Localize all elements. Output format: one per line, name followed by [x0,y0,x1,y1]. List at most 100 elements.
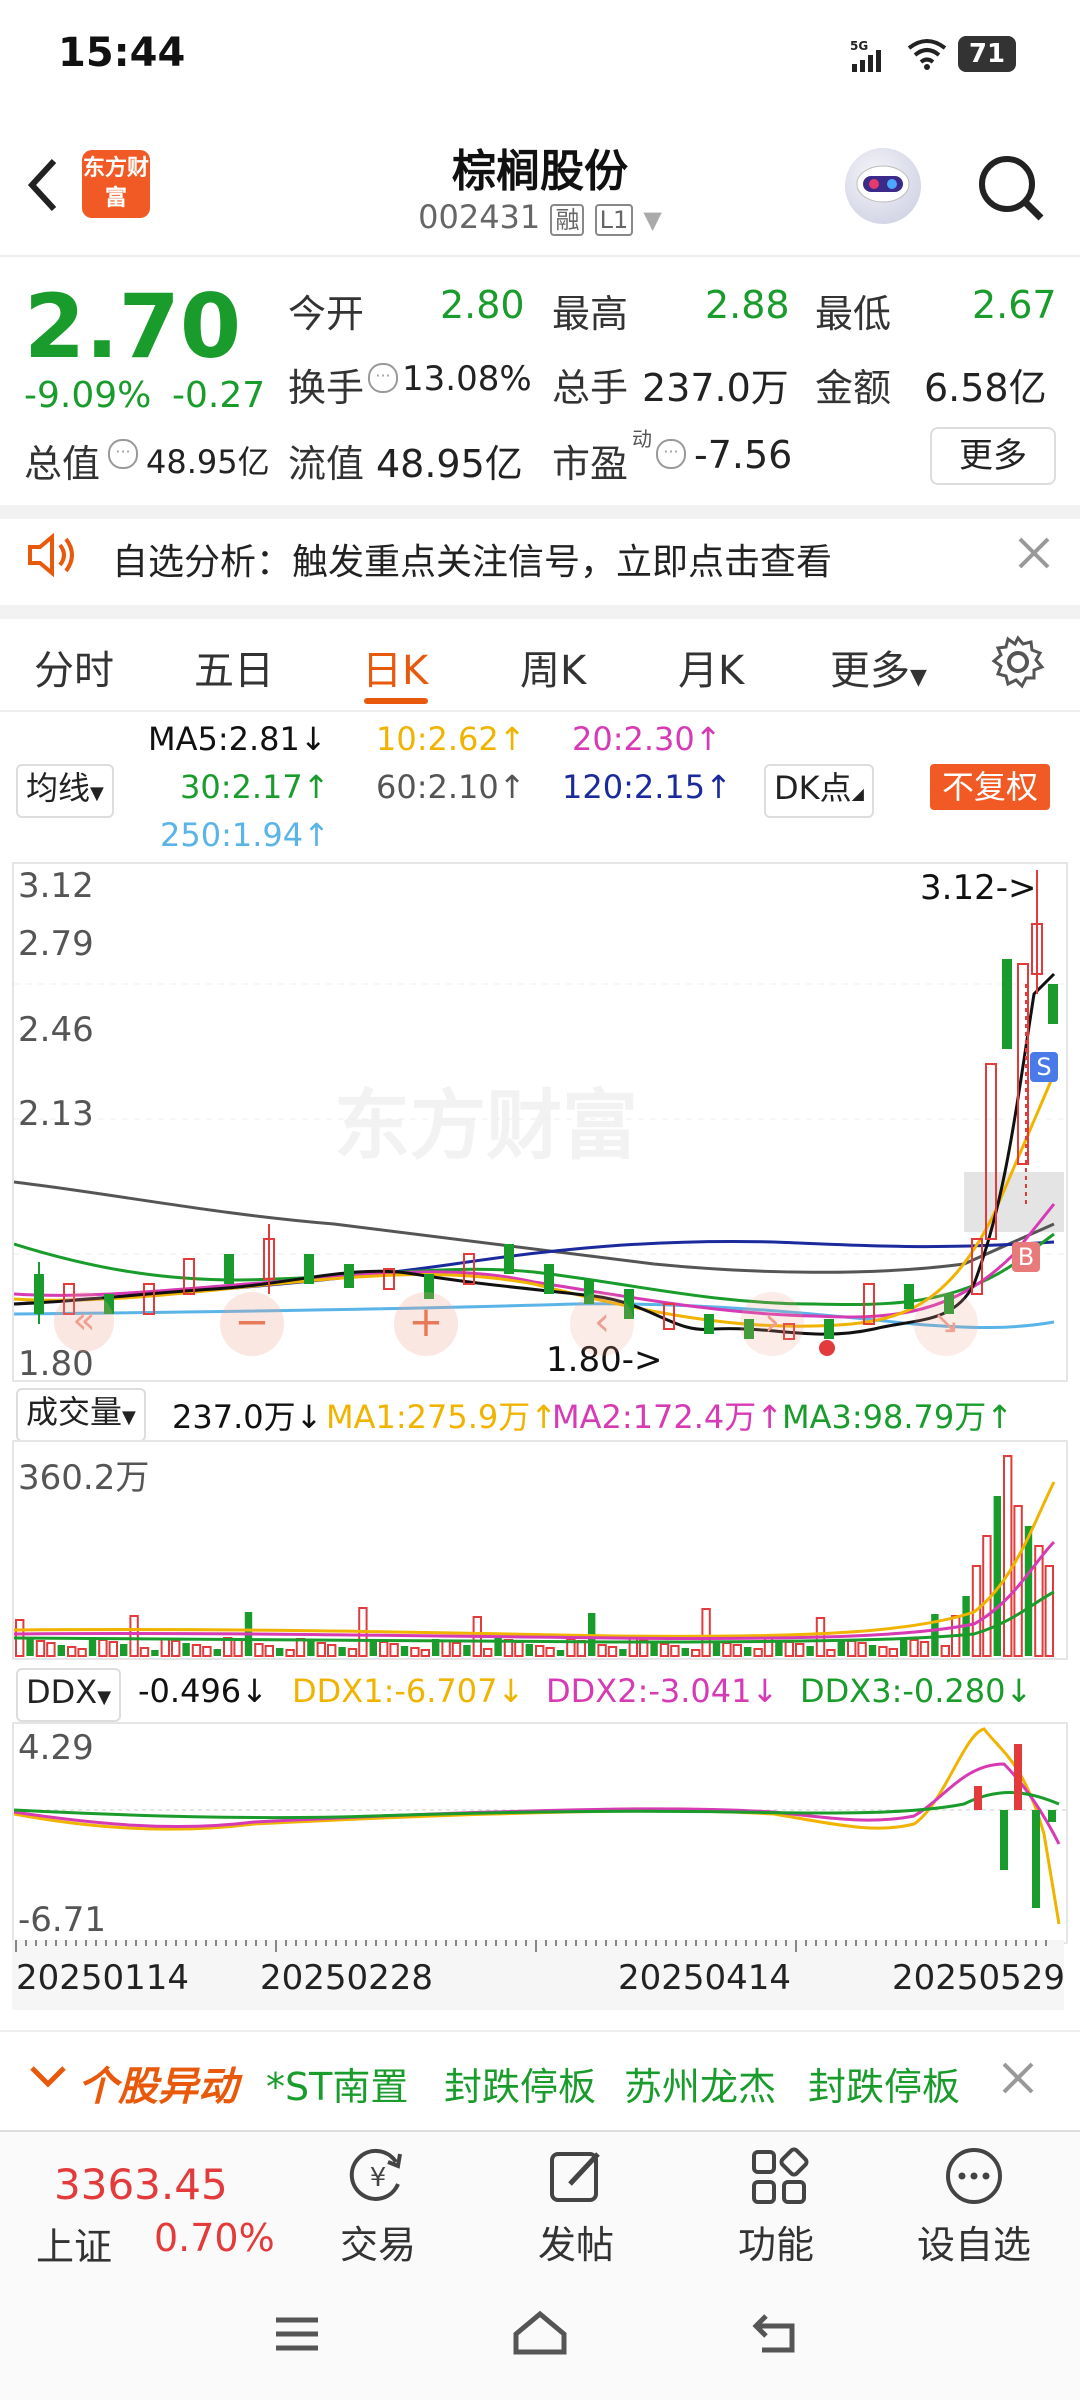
volume-bar [784,1641,794,1657]
trade-button[interactable]: ¥ 交易 [318,2132,438,2272]
ma10-legend: 10:2.62↑ [376,720,526,758]
close-icon[interactable] [1016,535,1052,575]
active-tab-indicator [364,698,428,704]
info-icon[interactable]: ··· [368,363,398,393]
volume-bar [108,1641,118,1657]
ddx-selector[interactable]: DDX▼ [16,1668,122,1722]
trade-label: 交易 [339,2223,416,2267]
settings-gear-icon[interactable] [990,634,1046,694]
zoom-in-icon[interactable]: + [394,1292,458,1356]
volume-bar [338,1647,346,1656]
volume-top-label: 360.2万 [18,1458,150,1498]
volume-bar [120,1644,128,1656]
dk-point-button[interactable]: DK点◢ [764,764,874,818]
volume-bar [670,1645,680,1657]
ddx-value: -0.496↓ [138,1672,268,1710]
volume-bar [98,1639,108,1657]
reset-icon[interactable]: ↘ [914,1292,978,1356]
volume-bar [795,1643,805,1657]
volume-bar [909,1639,919,1657]
index-widget[interactable]: 3363.45 上证 0.70% [0,2132,300,2272]
volume-bar [264,1645,275,1657]
volume-selector[interactable]: 成交量▼ [16,1388,146,1442]
max-marker: 3.12-> [920,868,1037,908]
high-label: 最高 [552,292,629,336]
turnover-label: 换手 [288,366,365,410]
scroll-left-icon[interactable]: « [54,1292,114,1352]
volume-chart[interactable]: 360.2万 [12,1440,1068,1660]
volume-bar [389,1643,399,1657]
volume-value: 237.0万 [642,366,789,410]
info-icon[interactable]: ··· [108,439,138,469]
volume-bar [806,1646,814,1656]
add-watchlist-button[interactable]: 设自选 [904,2132,1044,2272]
next-icon[interactable]: › [740,1292,804,1356]
tab-weekly-k[interactable]: 周K [520,638,586,696]
open-value: 2.80 [440,283,525,327]
quote-panel: 2.70 -9.09% -0.27 今开 2.80 最高 2.88 最低 2.6… [0,255,1080,519]
ddx-top-label: 4.29 [18,1728,94,1768]
zoom-out-icon[interactable]: − [220,1292,284,1356]
menu-icon[interactable] [272,2314,322,2358]
notice-text: 自选分析：触发重点关注信号，立即点击查看 [112,542,833,583]
ma-selector[interactable]: 均线▼ [16,764,114,818]
tab-minute[interactable]: 分时 [34,638,114,696]
function-button[interactable]: 功能 [716,2132,836,2272]
tab-five-day[interactable]: 五日 [194,638,274,696]
volume-bar [857,1642,867,1657]
current-price: 2.70 [24,275,242,378]
tab-monthly-k[interactable]: 月K [678,638,744,696]
search-icon[interactable] [975,152,1047,228]
high-value: 2.88 [705,283,790,327]
no-adjust-button[interactable]: 不复权 [930,764,1051,810]
volume-bar [545,1647,555,1657]
stock-code: 002431 [418,198,541,236]
volume-bar [26,1639,34,1656]
volume-bar [1024,1526,1033,1656]
volume-bar [46,1642,56,1657]
back-icon[interactable] [752,2310,802,2360]
volume-bar [182,1643,190,1656]
robot-assistant-icon[interactable] [845,148,921,224]
volume-bar [67,1646,77,1657]
info-icon[interactable]: ··· [656,439,686,469]
ticker-item2-name[interactable]: 苏州龙杰 [624,2056,776,2111]
volume-bar [826,1649,836,1657]
volume-svg [14,1455,1056,1657]
tab-more[interactable]: 更多▼ [830,638,927,696]
speaker-icon [26,532,80,581]
ddx-bottom-label: -6.71 [18,1900,106,1940]
mktcap-label: 总值 [24,442,101,486]
level-badge: L1 [594,204,634,236]
network-icon: 5G [850,38,900,78]
volume-bar [847,1640,857,1657]
home-icon[interactable] [510,2308,570,2362]
ddx3-value: DDX3:-0.280↓ [800,1672,1033,1710]
volume-bar [233,1639,243,1657]
volume-bar [722,1642,732,1657]
ticker-item1-event: 封跌停板 [444,2065,597,2109]
stock-alert-ticker[interactable]: 个股异动 *ST南置 封跌停板 苏州龙杰 封跌停板 [0,2030,1080,2122]
volume-bar [1003,1455,1013,1657]
volume-bar [900,1638,908,1656]
kline-chart[interactable]: 东方财富 3.12 2.79 2.46 2.13 1.80 3.12-> 1.8… [12,862,1068,1382]
volume-bar [285,1649,295,1657]
low-label: 最低 [815,292,892,336]
tab-daily-k[interactable]: 日K [362,638,428,696]
volume-bar [919,1641,930,1657]
ma-legend: MA5:2.81↓ 10:2.62↑ 20:2.30↑ 均线▼ 30:2.17↑… [0,712,1080,862]
volume-label: 总手 [552,366,629,410]
bottom-action-bar: 3363.45 上证 0.70% ¥ 交易 发帖 功能 设自选 [0,2130,1080,2272]
volume-bar [347,1648,358,1657]
more-button[interactable]: 更多 [930,427,1056,485]
post-button[interactable]: 发帖 [516,2132,636,2272]
ddx-chart[interactable]: 4.29 -6.71 [12,1722,1068,1944]
date-axis: 20250114 20250228 20250414 20250529 [12,1940,1065,2010]
close-icon[interactable] [1000,2060,1036,2100]
mktcap-value: 48.95亿 [146,443,270,481]
analysis-notice[interactable]: 自选分析：触发重点关注信号，立即点击查看 [0,505,1080,619]
volume-bar [410,1647,420,1657]
ticker-item1-name[interactable]: *ST南置 [266,2056,408,2111]
prev-icon[interactable]: ‹ [570,1292,634,1356]
float-label: 流值 [288,442,365,486]
